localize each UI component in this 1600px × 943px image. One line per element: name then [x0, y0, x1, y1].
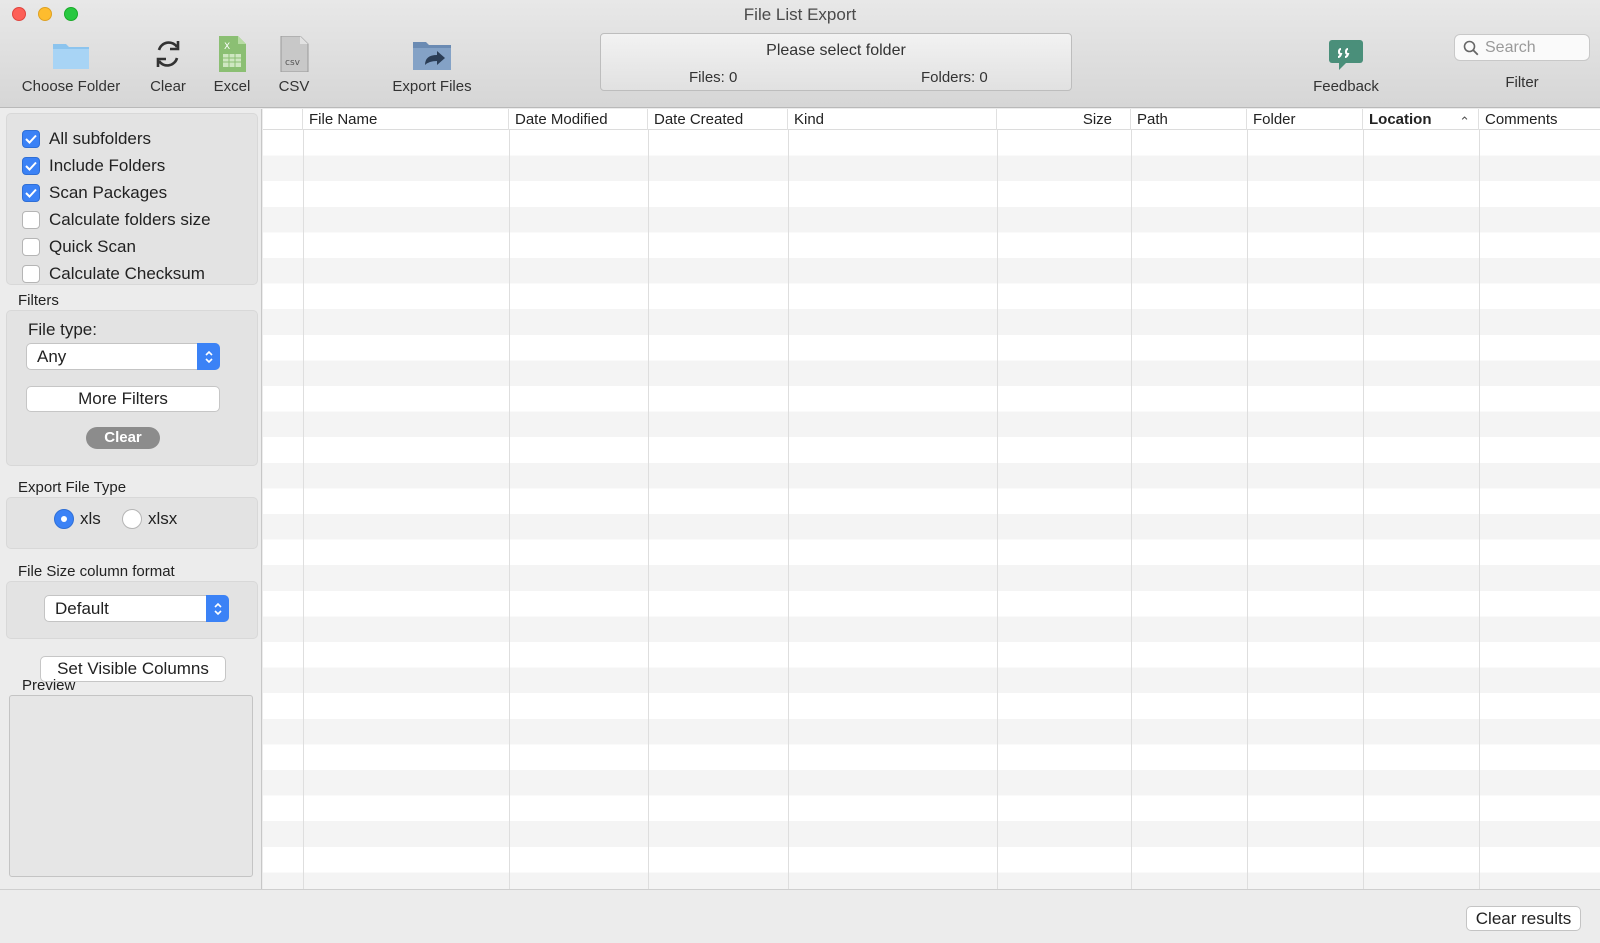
column-divider: [1363, 130, 1364, 889]
xlsx-radio[interactable]: xlsx: [122, 509, 177, 529]
preview-label: Preview: [22, 677, 76, 694]
column-divider: [648, 130, 649, 889]
column-header-folder[interactable]: Folder: [1247, 109, 1363, 130]
column-header-size[interactable]: Size: [997, 109, 1131, 130]
clear-filters-button[interactable]: Clear: [86, 427, 160, 449]
calculate-folders-size-checkbox[interactable]: Calculate folders size: [22, 209, 211, 231]
include-folders-label: Include Folders: [49, 156, 166, 175]
excel-icon-glyph: X: [224, 42, 230, 52]
choose-folder-label: Choose Folder: [21, 78, 121, 95]
export-folder-icon: [413, 42, 451, 70]
checkbox-unchecked-icon: [22, 211, 40, 229]
column-divider: [1479, 130, 1480, 889]
sort-ascending-icon: ⌃: [1459, 114, 1470, 129]
search-icon: [1463, 40, 1479, 56]
size-format-select[interactable]: Default: [44, 595, 229, 622]
file-type-value: Any: [37, 347, 67, 366]
xls-radio[interactable]: xls: [54, 509, 101, 529]
csv-button[interactable]: csv CSV: [270, 36, 318, 95]
column-header-path[interactable]: Path: [1131, 109, 1247, 130]
column-divider: [1131, 130, 1132, 889]
include-folders-checkbox[interactable]: Include Folders: [22, 155, 165, 177]
table-header: File Name Date Modified Date Created Kin…: [263, 109, 1600, 130]
clear-button[interactable]: Clear: [142, 36, 194, 95]
checkbox-unchecked-icon: [22, 238, 40, 256]
excel-label: Excel: [213, 78, 251, 95]
options-sidebar: All subfolders Include Folders Scan Pack…: [0, 109, 262, 889]
feedback-button[interactable]: Feedback: [1306, 36, 1386, 95]
file-size-format-label: File Size column format: [18, 563, 175, 580]
column-header-kind[interactable]: Kind: [788, 109, 997, 130]
file-list-table[interactable]: File Name Date Modified Date Created Kin…: [263, 109, 1600, 889]
column-header-date-created[interactable]: Date Created: [648, 109, 788, 130]
file-type-label: File type:: [28, 320, 97, 339]
size-format-value: Default: [55, 599, 109, 618]
preview-pane: [9, 695, 253, 877]
column-header-date-modified[interactable]: Date Modified: [509, 109, 648, 130]
window-title: File List Export: [743, 5, 857, 24]
radio-unselected-icon: [122, 509, 142, 529]
column-divider: [997, 130, 998, 889]
scan-packages-label: Scan Packages: [49, 183, 168, 202]
all-subfolders-checkbox[interactable]: All subfolders: [22, 128, 151, 150]
file-type-select[interactable]: Any: [26, 343, 220, 370]
calculate-checksum-checkbox[interactable]: Calculate Checksum: [22, 263, 205, 285]
search-input[interactable]: [1485, 38, 1585, 58]
csv-icon: csv: [280, 36, 309, 72]
calculate-folders-size-label: Calculate folders size: [49, 210, 211, 229]
csv-label: CSV: [278, 78, 310, 95]
xlsx-label: xlsx: [148, 509, 178, 528]
more-filters-button[interactable]: More Filters: [26, 386, 220, 412]
feedback-label: Feedback: [1313, 78, 1379, 95]
csv-icon-glyph: csv: [285, 58, 301, 68]
filters-section-label: Filters: [18, 292, 59, 309]
quick-scan-checkbox[interactable]: Quick Scan: [22, 236, 136, 258]
scan-packages-checkbox[interactable]: Scan Packages: [22, 182, 167, 204]
clear-label: Clear: [150, 78, 186, 95]
search-field[interactable]: [1454, 34, 1590, 61]
calculate-checksum-label: Calculate Checksum: [49, 264, 205, 283]
chevron-up-down-icon: [197, 343, 220, 370]
status-panel: Please select folder Files: 0 Folders: 0: [600, 33, 1072, 91]
checkbox-unchecked-icon: [22, 265, 40, 283]
folder-icon: [53, 44, 89, 69]
filter-label: Filter: [1494, 74, 1550, 91]
excel-icon: X: [219, 36, 246, 72]
export-file-type-label: Export File Type: [18, 479, 127, 496]
checkbox-checked-icon: [22, 130, 40, 148]
column-divider: [1247, 130, 1248, 889]
xls-label: xls: [80, 509, 101, 528]
filter-label-text: Filter: [1505, 74, 1539, 91]
column-divider: [509, 130, 510, 889]
column-divider: [788, 130, 789, 889]
column-header-file-name[interactable]: File Name: [303, 109, 509, 130]
refresh-icon: [156, 41, 180, 67]
excel-button[interactable]: X Excel: [208, 36, 256, 95]
checkbox-checked-icon: [22, 184, 40, 202]
app-window: File List Export Choose Folder Clear X E…: [0, 0, 1600, 943]
column-divider: [303, 130, 304, 889]
checkbox-checked-icon: [22, 157, 40, 175]
export-files-label: Export Files: [392, 78, 472, 95]
export-files-button[interactable]: Export Files: [386, 36, 478, 95]
radio-selected-icon: [54, 509, 74, 529]
status-message: Please select folder: [766, 42, 906, 59]
choose-folder-button[interactable]: Choose Folder: [14, 36, 128, 95]
folders-count: Folders: 0: [921, 69, 988, 86]
table-body: [263, 130, 1600, 889]
chevron-up-down-icon: [206, 595, 229, 622]
speech-bubble-icon: [1329, 40, 1363, 70]
clear-results-button[interactable]: Clear results: [1466, 906, 1581, 931]
column-header-comments[interactable]: Comments: [1479, 109, 1600, 130]
column-header-location[interactable]: Location ⌃: [1363, 109, 1479, 130]
status-bar: Clear results: [0, 889, 1600, 943]
all-subfolders-label: All subfolders: [49, 129, 152, 148]
column-header-location-label: Location: [1369, 111, 1432, 128]
toolbar: File List Export Choose Folder Clear X E…: [0, 0, 1600, 108]
files-count: Files: 0: [689, 69, 738, 86]
quick-scan-label: Quick Scan: [49, 237, 136, 256]
column-header-index[interactable]: [263, 109, 303, 130]
